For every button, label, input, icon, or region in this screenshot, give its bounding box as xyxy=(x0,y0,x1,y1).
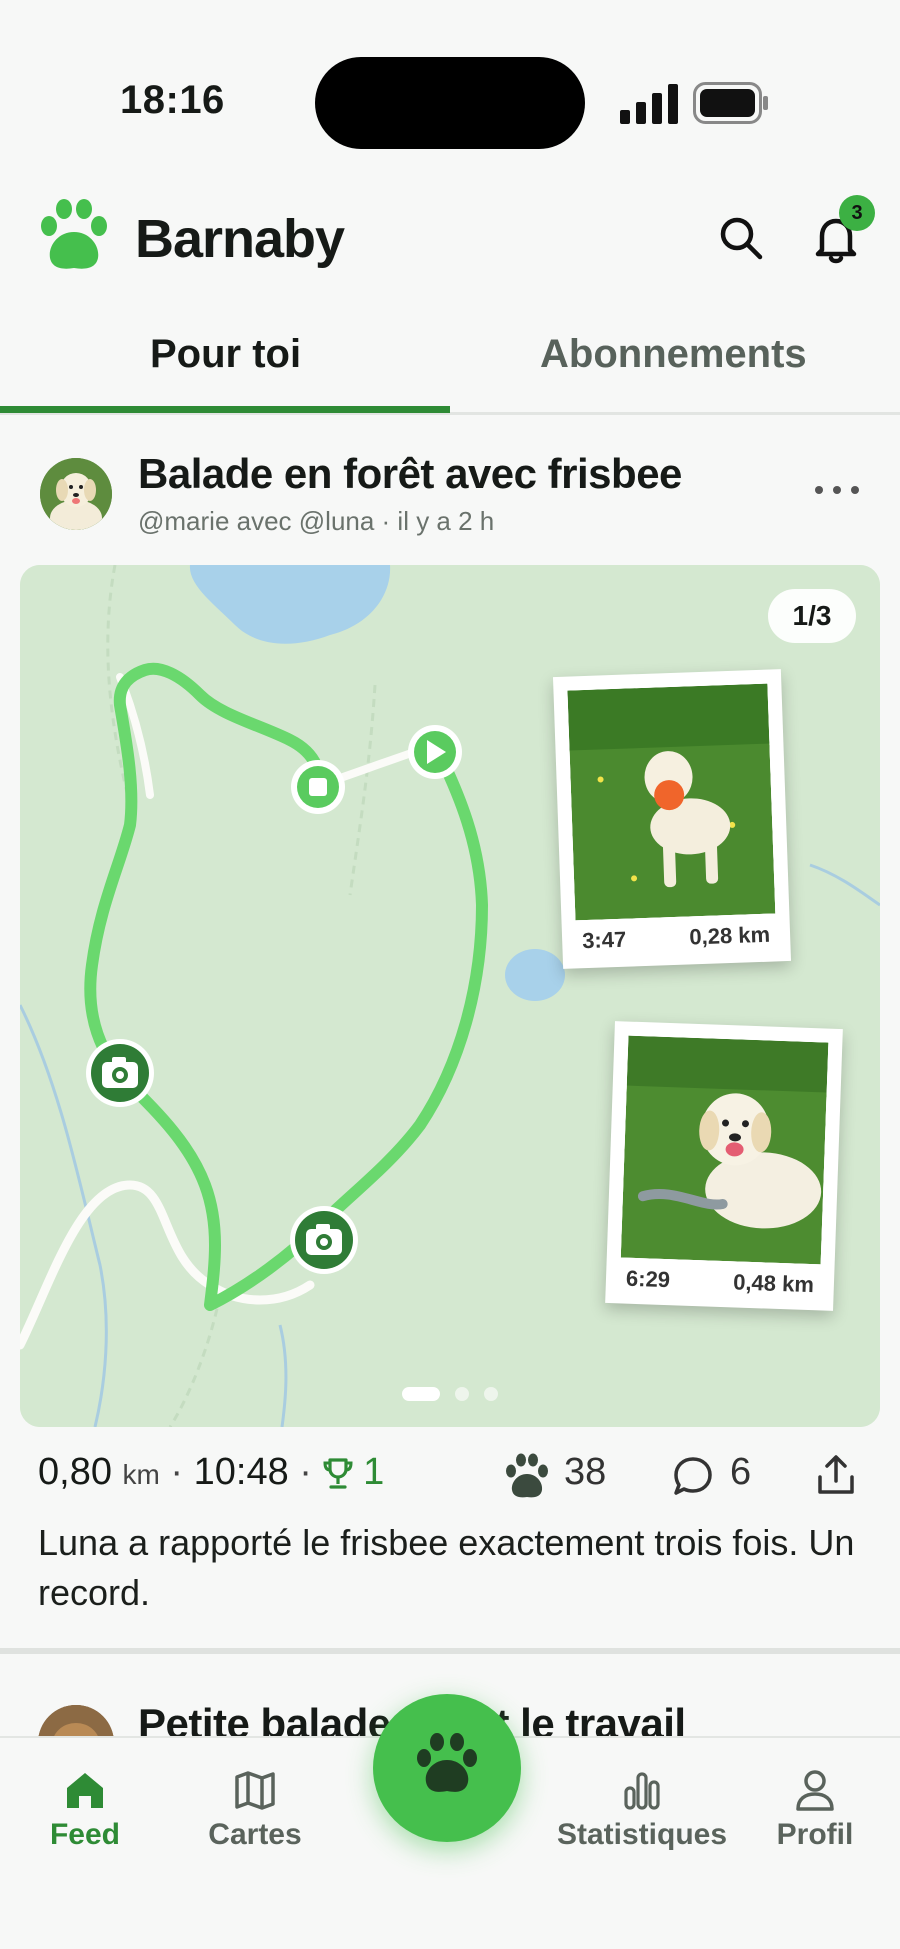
photo-time: 3:47 xyxy=(581,926,627,954)
paw-like-count: 38 xyxy=(564,1451,607,1493)
distance-value: 0,80 xyxy=(38,1451,112,1493)
route-start-marker[interactable] xyxy=(408,725,462,779)
more-options-icon[interactable] xyxy=(812,480,862,500)
dog-photo xyxy=(567,683,776,921)
notification-badge: 3 xyxy=(839,195,875,231)
photo-time: 6:29 xyxy=(625,1265,671,1293)
nav-profile[interactable]: Profil xyxy=(770,1768,860,1852)
avatar[interactable] xyxy=(40,458,112,530)
nav-stats[interactable]: Statistiques xyxy=(550,1768,734,1852)
profile-icon xyxy=(796,1770,834,1811)
app-title: Barnaby xyxy=(135,209,345,269)
walk-summary: 0,80 km · 10:48 · 1 xyxy=(38,1451,384,1494)
nav-maps[interactable]: Cartes xyxy=(200,1768,310,1852)
nav-profile-label: Profil xyxy=(776,1818,854,1851)
tab-following[interactable]: Abonnements xyxy=(540,332,807,377)
dynamic-island xyxy=(315,57,585,149)
photo-thumbnail[interactable]: 6:29 0,48 km xyxy=(605,1021,843,1311)
app-header: Barnaby xyxy=(0,180,900,290)
battery-icon xyxy=(693,82,768,124)
comment-count: 6 xyxy=(730,1451,752,1493)
route-end-marker[interactable] xyxy=(291,760,345,814)
tab-for-you[interactable]: Pour toi xyxy=(150,332,301,377)
distance-unit: km xyxy=(122,1459,160,1490)
feed-tabs: Pour toi Abonnements xyxy=(0,320,900,415)
active-tab-indicator xyxy=(0,406,450,413)
post-caption: Luna a rapporté le frisbee exactement tr… xyxy=(38,1522,855,1613)
page-counter: 1/3 xyxy=(768,589,856,643)
photo-marker-camera-icon[interactable] xyxy=(86,1039,154,1107)
trophy-count: 1 xyxy=(363,1451,385,1493)
nav-feed-label: Feed xyxy=(49,1818,121,1851)
photo-thumbnail[interactable]: 3:47 0,28 km xyxy=(552,669,792,969)
separator: · xyxy=(170,1451,184,1493)
pond xyxy=(505,949,565,1001)
share-icon[interactable] xyxy=(814,1453,858,1497)
post-title[interactable]: Balade en forêt avec frisbee xyxy=(138,450,682,498)
dog-photo xyxy=(620,1035,829,1265)
status-bar: 18:16 xyxy=(0,0,900,160)
photo-distance: 0,28 km xyxy=(688,921,771,950)
post-stats: 0,80 km · 10:48 · 1 38 6 xyxy=(0,1445,900,1505)
paw-logo-icon xyxy=(41,199,107,269)
start-walk-button[interactable] xyxy=(373,1694,521,1842)
nav-maps-label: Cartes xyxy=(208,1818,302,1851)
photo-marker-camera-icon[interactable] xyxy=(290,1206,358,1274)
nav-stats-label: Statistiques xyxy=(556,1818,728,1851)
duration-value: 10:48 xyxy=(193,1451,289,1493)
trophy-icon xyxy=(323,1458,353,1489)
photo-distance: 0,48 km xyxy=(732,1269,815,1298)
route-map[interactable]: 1/3 3:47 0,28 km 6:29 0,48 km xyxy=(20,565,880,1427)
separator: · xyxy=(299,1451,312,1493)
paw-icon xyxy=(417,1733,477,1792)
post-meta: @marie avec @luna · il y a 2 h xyxy=(138,506,495,536)
cellular-signal-icon xyxy=(620,84,678,124)
comment-icon[interactable] xyxy=(672,1455,714,1497)
nav-feed[interactable]: Feed xyxy=(40,1768,130,1852)
post-divider xyxy=(0,1648,900,1654)
search-icon[interactable] xyxy=(715,212,767,264)
status-time: 18:16 xyxy=(120,78,225,122)
bar-chart-icon xyxy=(624,1772,660,1810)
paw-like-icon[interactable] xyxy=(504,1453,550,1499)
home-icon xyxy=(67,1773,103,1808)
map-icon xyxy=(235,1771,275,1810)
